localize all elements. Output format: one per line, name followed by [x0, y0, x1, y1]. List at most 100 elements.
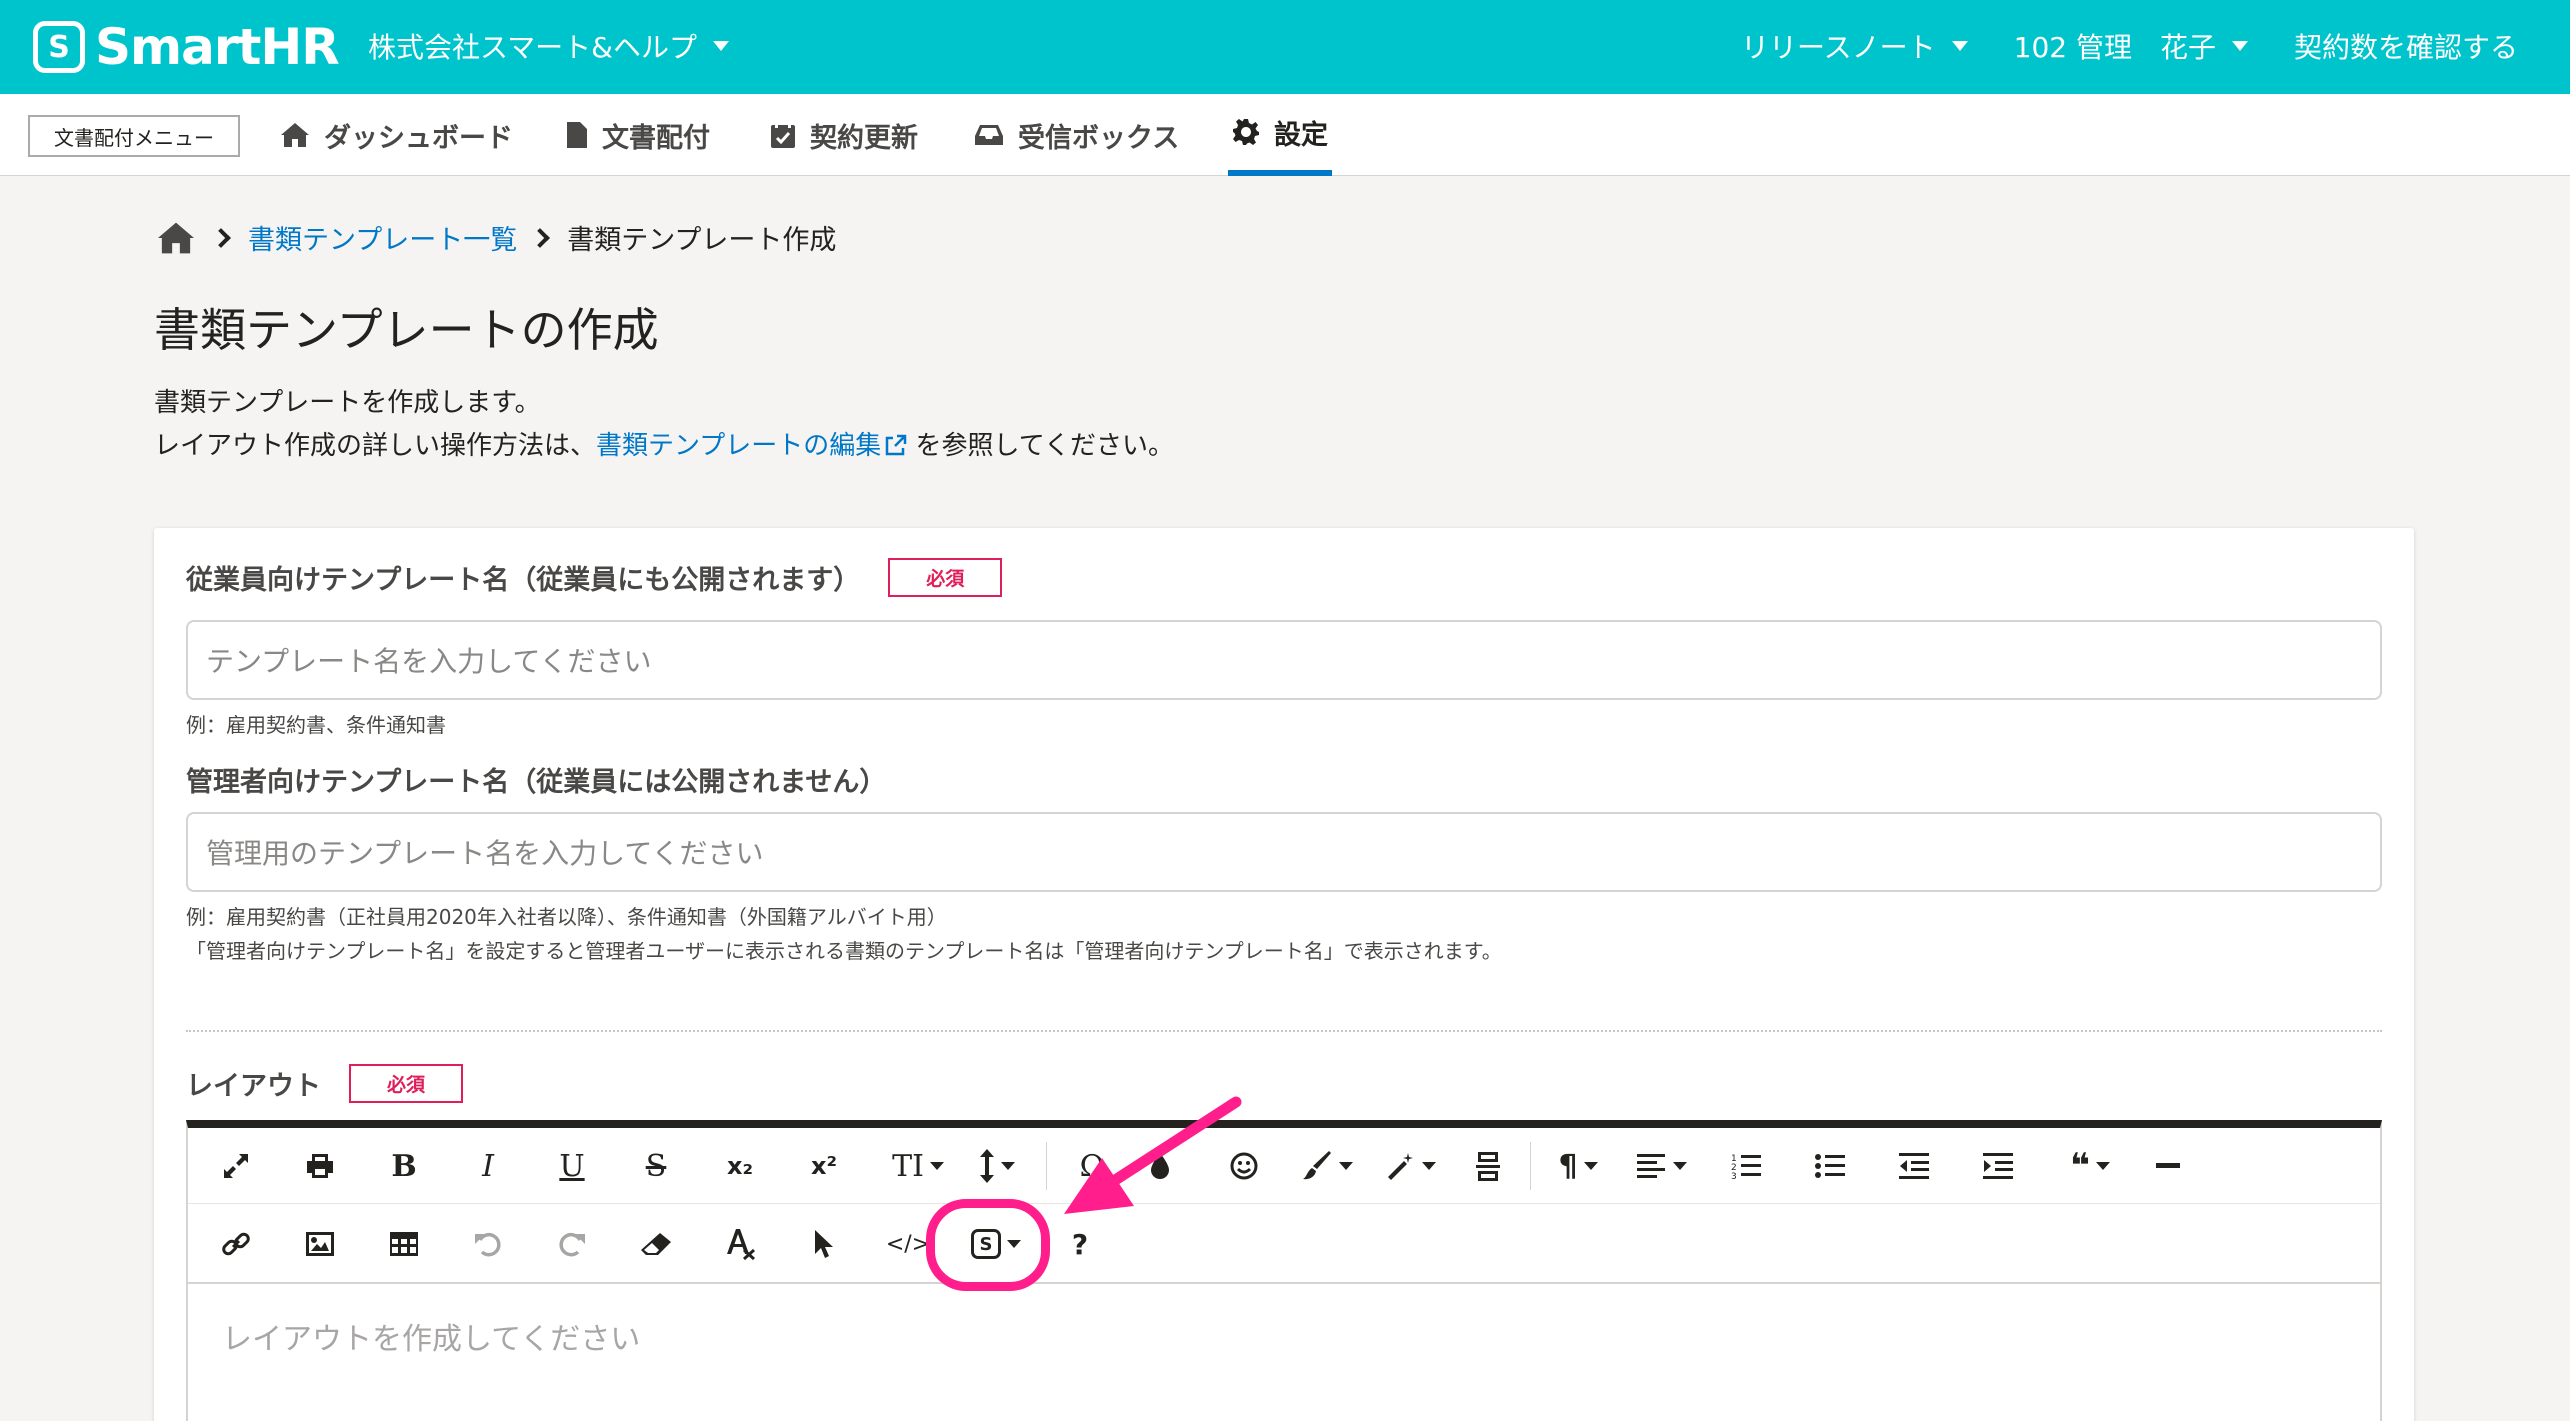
select-button[interactable]: [796, 1216, 852, 1272]
redo-icon: [559, 1232, 585, 1257]
chevron-down-icon: [1422, 1162, 1436, 1170]
logo-text: SmartHR: [95, 18, 340, 76]
outdent-button[interactable]: [1886, 1138, 1942, 1194]
italic-button[interactable]: I: [460, 1138, 516, 1194]
home-icon[interactable]: [154, 220, 198, 256]
user-menu[interactable]: 102 管理 花子: [2014, 26, 2248, 66]
input-placeholder: 管理用のテンプレート名を入力してください: [206, 837, 764, 870]
table-icon: [390, 1232, 418, 1256]
home-icon: [281, 123, 309, 147]
chevron-down-icon: [2095, 1162, 2110, 1170]
redo-button[interactable]: [544, 1216, 600, 1272]
breadcrumb-templates-link[interactable]: 書類テンプレート一覧: [248, 218, 517, 257]
strikethrough-button[interactable]: S: [628, 1138, 684, 1194]
magic-dropdown[interactable]: [1376, 1138, 1446, 1194]
indent-button[interactable]: [1970, 1138, 2026, 1194]
remove-format-icon: [727, 1229, 755, 1260]
expand-icon: [224, 1154, 248, 1178]
table-button[interactable]: [376, 1216, 432, 1272]
unordered-list-button[interactable]: [1802, 1138, 1858, 1194]
tab-dashboard[interactable]: ダッシュボード: [280, 94, 513, 176]
page-break-button[interactable]: [1460, 1138, 1516, 1194]
chevron-down-icon: [1339, 1162, 1353, 1170]
image-icon: [306, 1232, 334, 1256]
chevron-down-icon: [1951, 41, 1968, 51]
chevron-down-icon: [929, 1162, 944, 1170]
brush-icon: [1303, 1151, 1331, 1180]
tab-contract-renewal[interactable]: 契約更新: [770, 94, 918, 176]
company-switcher[interactable]: 株式会社スマート&ヘルプ: [368, 26, 729, 66]
superscript-button[interactable]: x²: [796, 1138, 852, 1194]
subscript-button[interactable]: x₂: [712, 1138, 768, 1194]
admin-name-hint: 例：雇用契約書（正社員用2020年入社者以降）、条件通知書（外国籍アルバイト用）…: [186, 900, 1502, 968]
brush-dropdown[interactable]: [1292, 1138, 1362, 1194]
font-size-icon: TI: [892, 1148, 924, 1184]
bold-icon: B: [391, 1148, 417, 1184]
desc-text: を参照してください。: [915, 431, 1174, 461]
label-text: レイアウト: [186, 1071, 321, 1102]
subscript-icon: x₂: [727, 1152, 753, 1180]
align-dropdown[interactable]: [1624, 1138, 1700, 1194]
indent-icon: [1983, 1153, 2013, 1179]
admin-name-label: 管理者向けテンプレート名（従業員には公開されません）: [186, 760, 886, 799]
template-edit-help-link[interactable]: 書類テンプレートの編集: [596, 431, 907, 461]
ordered-list-button[interactable]: 123: [1718, 1138, 1774, 1194]
magic-wand-icon: [1388, 1153, 1413, 1180]
line-height-dropdown[interactable]: [964, 1138, 1030, 1194]
undo-icon: [475, 1232, 501, 1257]
annotation-arrow-icon: [1064, 1096, 1242, 1214]
file-icon: [567, 122, 587, 148]
contracts-label: 契約数を確認する: [2293, 31, 2518, 64]
line-height-icon: [980, 1149, 994, 1183]
print-button[interactable]: [292, 1138, 348, 1194]
release-notes-dropdown[interactable]: リリースノート: [1741, 26, 1968, 66]
link-icon: [222, 1232, 250, 1256]
font-size-dropdown[interactable]: TI: [880, 1138, 956, 1194]
tab-label: 契約更新: [810, 122, 918, 154]
contracts-link[interactable]: 契約数を確認する: [2294, 26, 2518, 66]
list-ol-icon: 123: [1731, 1154, 1761, 1180]
clear-format-button[interactable]: [712, 1216, 768, 1272]
chevron-right-icon: [211, 227, 231, 248]
sub-navigation: 文書配付メニュー ダッシュボード 文書配付 契約更新 受信ボックス 設定: [0, 94, 2570, 176]
employee-template-name-input[interactable]: テンプレート名を入力してください: [186, 620, 2382, 700]
document-menu-button[interactable]: 文書配付メニュー: [28, 115, 240, 157]
tab-settings[interactable]: 設定: [1228, 94, 1332, 176]
strikethrough-icon: S: [645, 1148, 667, 1184]
align-left-icon: [1637, 1154, 1665, 1178]
header-right: リリースノート 102 管理 花子 契約数を確認する: [1741, 26, 2518, 66]
layout-editor: B I U S x₂ x² TI Ω ¶ 1 2 3 ❝ </> S ? レイア…: [186, 1120, 2382, 1421]
paragraph-dropdown[interactable]: ¶: [1540, 1138, 1616, 1194]
list-ul-icon: [1815, 1154, 1845, 1178]
undo-button[interactable]: [460, 1216, 516, 1272]
image-button[interactable]: [292, 1216, 348, 1272]
gear-icon: [1233, 119, 1259, 145]
chevron-down-icon: [1583, 1162, 1598, 1170]
bold-button[interactable]: B: [376, 1138, 432, 1194]
hint-line: 「管理者向けテンプレート名」を設定すると管理者ユーザーに表示される書類のテンプレ…: [186, 939, 1502, 963]
tab-inbox[interactable]: 受信ボックス: [974, 94, 1179, 176]
editor-placeholder: レイアウトを作成してください: [222, 1322, 641, 1357]
tab-documents[interactable]: 文書配付: [566, 94, 710, 176]
logo-mark: S: [33, 21, 85, 73]
italic-icon: I: [482, 1148, 494, 1184]
chevron-down-icon: [1001, 1162, 1015, 1170]
admin-template-name-input[interactable]: 管理用のテンプレート名を入力してください: [186, 812, 2382, 892]
eraser-button[interactable]: [628, 1216, 684, 1272]
superscript-icon: x²: [811, 1152, 837, 1180]
blockquote-dropdown[interactable]: ❝: [2052, 1138, 2128, 1194]
tab-label: ダッシュボード: [324, 122, 513, 154]
horizontal-rule-button[interactable]: [2140, 1138, 2196, 1194]
breadcrumb-current: 書類テンプレート作成: [567, 225, 837, 256]
divider: [186, 1030, 2382, 1032]
calendar-icon: [771, 121, 795, 148]
top-header: S SmartHR 株式会社スマート&ヘルプ リリースノート 102 管理 花子…: [0, 0, 2570, 94]
smarthr-logo[interactable]: S SmartHR: [33, 18, 340, 76]
underline-button[interactable]: U: [544, 1138, 600, 1194]
link-button[interactable]: [208, 1216, 264, 1272]
fullscreen-button[interactable]: [208, 1138, 264, 1194]
tab-label: 文書配付: [602, 122, 710, 154]
required-badge: 必須: [888, 558, 1003, 597]
page-description: 書類テンプレートを作成します。 レイアウト作成の詳しい操作方法は、書類テンプレー…: [154, 382, 1174, 468]
user-name: 102 管理 花子: [2013, 31, 2216, 64]
